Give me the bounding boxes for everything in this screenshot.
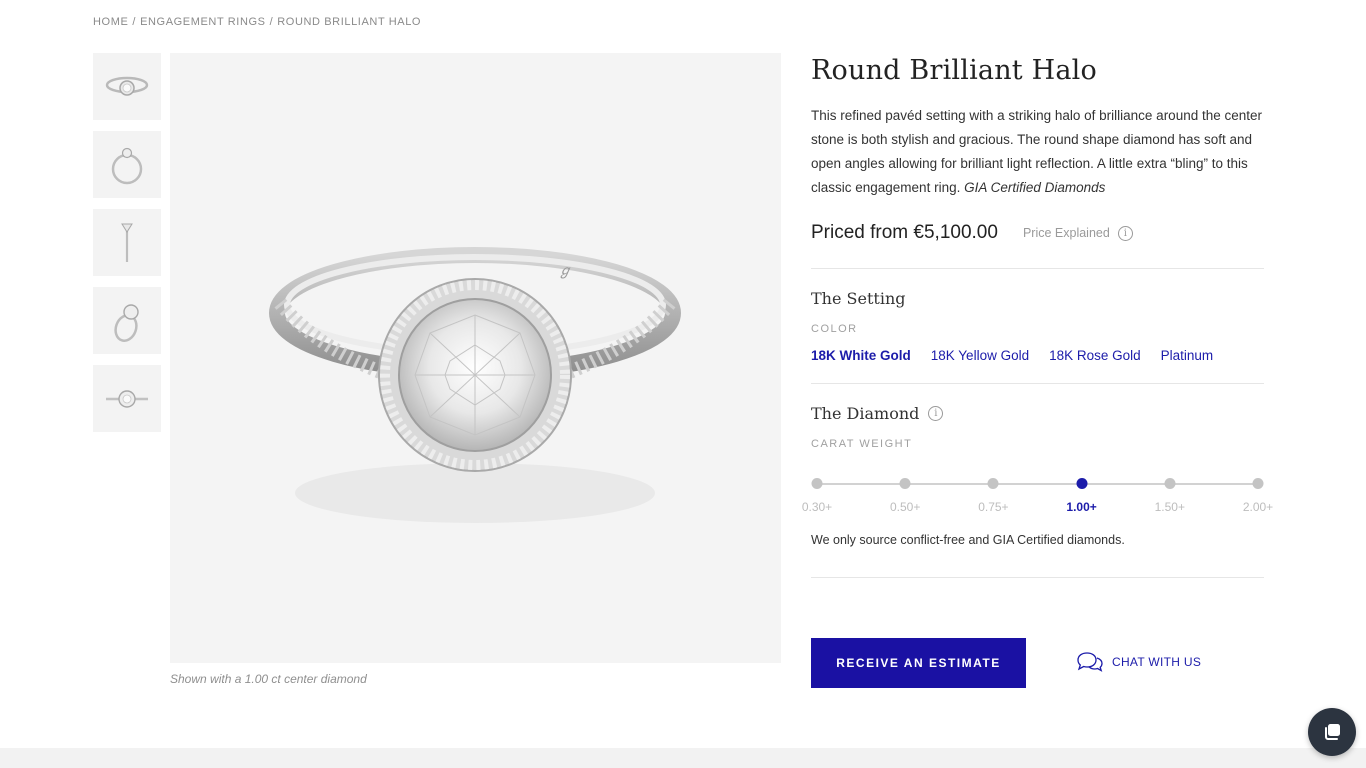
price-explained-label: Price Explained [1022,226,1110,240]
breadcrumb: HOME / ENGAGEMENT RINGS / ROUND BRILLIANT HA… [93,16,421,28]
product-info-panel: Round Brilliant Halo This refined pavéd … [802,53,1273,578]
breadcrumb-home[interactable]: HOME [93,16,128,28]
thumbnail-list [93,53,161,443]
carat-stop-0-50[interactable] [899,478,911,489]
thumbnail-ring-angle[interactable] [93,287,161,354]
diamond-title-text: The Diamond [811,404,920,423]
color-option-white-gold[interactable]: 18K White Gold [811,348,911,363]
chat-with-us-label: CHAT WITH US [1112,655,1202,669]
carat-label-0-75[interactable]: 0.75+ [978,500,1008,514]
footer-band [0,748,1366,768]
carat-label-2-00[interactable]: 2.00+ [1243,500,1273,514]
carat-stop-1-00[interactable] [1076,478,1088,489]
carat-label-1-00[interactable]: 1.00+ [1066,500,1096,514]
carat-stop-0-30[interactable] [811,478,823,489]
messenger-icon [1325,724,1340,740]
setting-section-title: The Setting [811,289,906,308]
divider [811,268,1264,269]
breadcrumb-separator: / [132,16,137,28]
color-option-yellow-gold[interactable]: 18K Yellow Gold [931,348,1029,363]
carat-stop-2-00[interactable] [1252,478,1264,489]
color-option-rose-gold[interactable]: 18K Rose Gold [1049,348,1141,363]
product-price: Priced from €5,100.00 [811,222,998,243]
image-caption: Shown with a 1.00 ct center diamond [170,672,367,686]
divider [811,577,1264,578]
ring-front-image [105,76,149,96]
ring-main-image: ℊ [269,247,681,523]
breadcrumb-engagement-rings[interactable]: ENGAGEMENT RINGS [140,16,266,28]
thumbnail-ring-side[interactable] [93,131,161,198]
carat-label-1-50[interactable]: 1.50+ [1155,500,1185,514]
main-product-image[interactable]: ℊ [170,53,781,663]
carat-stop-0-75[interactable] [987,478,999,489]
thumbnail-ring-front[interactable] [93,53,161,120]
price-explained-link[interactable]: Price Explained i [1022,225,1133,241]
breadcrumb-separator: / [269,16,274,28]
speech-bubbles-icon [1077,652,1103,672]
color-option-platinum[interactable]: Platinum [1161,348,1214,363]
conflict-free-note: We only source conflict-free and GIA Cer… [811,533,1125,547]
slider-track[interactable] [817,483,1258,485]
chat-with-us-link[interactable]: CHAT WITH US [1076,652,1201,672]
divider [811,383,1264,384]
info-circle-icon: i [1117,225,1133,241]
price-row: Priced from €5,100.00 Price Explained i [811,218,1264,248]
product-title: Round Brilliant Halo [811,55,1097,86]
ring-side-image [111,147,143,184]
ring-angle-image [114,303,139,342]
thumbnail-ring-top[interactable] [93,365,161,432]
info-circle-icon[interactable]: i [928,406,944,421]
carat-label-0-50[interactable]: 0.50+ [890,500,920,514]
product-description: This refined pavéd setting with a striki… [811,104,1264,200]
thumbnail-ring-profile[interactable] [93,209,161,276]
color-label: COLOR [811,323,858,335]
messenger-launcher[interactable] [1308,708,1356,756]
svg-text:ℊ: ℊ [558,263,572,279]
carat-weight-label: CARAT WEIGHT [811,438,913,450]
breadcrumb-current: ROUND BRILLIANT HALO [277,16,422,28]
carat-weight-slider[interactable]: 0.30+ 0.50+ 0.75+ 1.00+ 1.50+ 2.00+ [802,476,1273,526]
diamond-section-title: The Diamond i [811,404,1264,423]
receive-estimate-button[interactable]: RECEIVE AN ESTIMATE [811,638,1026,688]
color-options: 18K White Gold 18K Yellow Gold 18K Rose … [811,348,1264,363]
carat-label-0-30[interactable]: 0.30+ [802,500,832,514]
description-certification: GIA Certified Diamonds [964,180,1106,195]
ring-top-image [106,389,148,408]
ring-profile-image [121,223,133,262]
carat-stop-1-50[interactable] [1164,478,1176,489]
